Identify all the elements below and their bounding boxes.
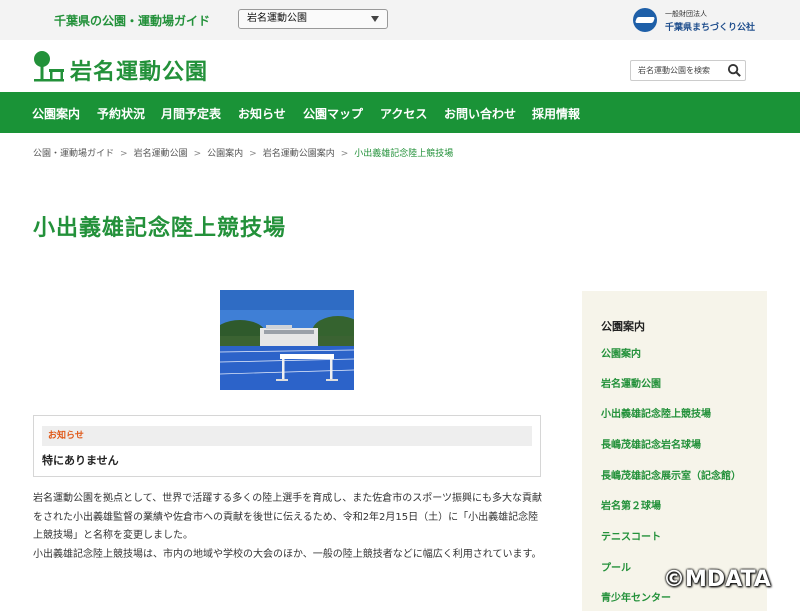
sidebar-link-baseball-stadium[interactable]: 長嶋茂雄記念岩名球場 (601, 436, 701, 451)
park-select-value: 岩名運動公園 (247, 13, 307, 24)
stadium-photo (220, 290, 354, 390)
sidebar-link-youth-center[interactable]: 青少年センター (601, 589, 671, 604)
sidebar-link-park-guide[interactable]: 公園案内 (601, 345, 641, 360)
sidebar-link-pool[interactable]: プール (601, 559, 631, 574)
nav-item-park-guide[interactable]: 公園案内 (32, 105, 80, 122)
nav-item-recruit[interactable]: 採用情報 (532, 105, 580, 122)
breadcrumb-item[interactable]: 公園・運動場ガイド (33, 149, 114, 159)
org-subtitle: 一般財団法人 (665, 10, 707, 18)
watermark: ©MDATA (663, 567, 771, 592)
notice-body: 特にありません (42, 454, 119, 467)
search-icon[interactable] (727, 63, 742, 78)
notice-label: お知らせ (42, 426, 532, 446)
sidebar-link-athletics-stadium[interactable]: 小出義雄記念陸上競技場 (601, 405, 711, 420)
nav-item-park-map[interactable]: 公園マップ (303, 105, 363, 122)
sidebar-link-tennis-court[interactable]: テニスコート (601, 528, 661, 543)
breadcrumb-separator: > (249, 149, 257, 159)
breadcrumb-item[interactable]: 岩名運動公園案内 (263, 149, 335, 159)
global-nav: 公園案内 予約状況 月間予定表 お知らせ 公園マップ アクセス お問い合わせ 採… (0, 92, 800, 133)
breadcrumb-separator: > (193, 149, 202, 159)
org-name-link[interactable]: 千葉県まちづくり公社 (665, 20, 755, 33)
sidebar-link-iwana-park[interactable]: 岩名運動公園 (601, 375, 661, 390)
breadcrumb-item[interactable]: 公園案内 (207, 149, 243, 159)
chevron-down-icon (371, 16, 379, 22)
sidebar: 公園案内 公園案内 岩名運動公園 小出義雄記念陸上競技場 長嶋茂雄記念岩名球場 … (582, 291, 767, 611)
search-box (630, 60, 746, 81)
breadcrumb-separator: > (120, 149, 128, 159)
nav-item-news[interactable]: お知らせ (238, 105, 286, 122)
top-bar: 千葉県の公園・運動場ガイド 岩名運動公園 一般財団法人 千葉県まちづくり公社 (0, 0, 800, 40)
description-paragraph: 小出義雄記念陸上競技場は、市内の地域や学校の大会のほか、一般の陸上競技者などに幅… (33, 548, 542, 560)
guide-title-link[interactable]: 千葉県の公園・運動場ガイド (54, 12, 210, 29)
org-logo-icon[interactable] (633, 8, 657, 32)
park-select[interactable]: 岩名運動公園 (238, 9, 388, 29)
park-tree-bench-icon[interactable] (32, 50, 66, 82)
breadcrumb-separator: > (340, 149, 349, 159)
site-title[interactable]: 岩名運動公園 (70, 54, 208, 86)
sidebar-title: 公園案内 (601, 320, 645, 333)
sidebar-link-exhibition-room[interactable]: 長嶋茂雄記念展示室（記念館） (601, 467, 741, 482)
facility-description: 岩名運動公園を拠点として、世界で活躍する多くの陸上選手を育成し、また佐倉市のスポ… (33, 490, 543, 564)
nav-item-monthly-schedule[interactable]: 月間予定表 (161, 105, 221, 122)
nav-item-access[interactable]: アクセス (380, 105, 427, 122)
notice-box: お知らせ 特にありません (33, 415, 541, 477)
search-input[interactable] (631, 61, 730, 80)
description-paragraph: 岩名運動公園を拠点として、世界で活躍する多くの陸上選手を育成し、また佐倉市のスポ… (33, 493, 542, 541)
sidebar-link-second-field[interactable]: 岩名第２球場 (601, 497, 661, 512)
breadcrumb: 公園・運動場ガイド > 岩名運動公園 > 公園案内 > 岩名運動公園案内 > 小出義雄記念陸上競… (33, 146, 453, 159)
nav-item-reservation[interactable]: 予約状況 (97, 105, 145, 122)
breadcrumb-current: 小出義雄記念陸上競技場 (354, 149, 454, 159)
site-header: 岩名運動公園 (0, 40, 800, 92)
nav-item-contact[interactable]: お問い合わせ (444, 105, 516, 122)
page-title: 小出義雄記念陸上競技場 (33, 216, 287, 241)
breadcrumb-item[interactable]: 岩名運動公園 (134, 149, 188, 159)
